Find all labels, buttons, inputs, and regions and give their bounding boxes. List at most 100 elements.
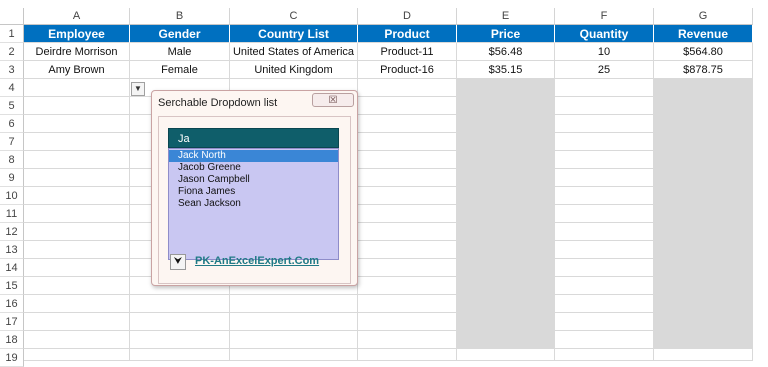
empty-cell[interactable] <box>358 115 457 133</box>
empty-cell[interactable] <box>457 151 555 169</box>
empty-cell[interactable] <box>358 223 457 241</box>
row-header[interactable]: 15 <box>0 277 24 295</box>
empty-cell[interactable] <box>358 277 457 295</box>
header-revenue[interactable]: Revenue <box>654 25 753 43</box>
header-employee[interactable]: Employee <box>24 25 130 43</box>
empty-cell[interactable] <box>457 187 555 205</box>
column-header-d[interactable]: D <box>358 8 457 25</box>
empty-cell[interactable] <box>24 79 130 97</box>
empty-cell[interactable] <box>457 205 555 223</box>
list-item[interactable]: Jack North <box>169 150 338 162</box>
row-header[interactable]: 17 <box>0 313 24 331</box>
cell-employee[interactable]: Deirdre Morrison <box>24 43 130 61</box>
empty-cell[interactable] <box>654 295 753 313</box>
header-quantity[interactable]: Quantity <box>555 25 654 43</box>
row-header[interactable]: 4 <box>0 79 24 97</box>
empty-cell[interactable] <box>555 277 654 295</box>
row-header[interactable]: 7 <box>0 133 24 151</box>
empty-cell[interactable] <box>130 313 230 331</box>
row-header[interactable]: 6 <box>0 115 24 133</box>
row-header[interactable]: 19 <box>0 349 24 367</box>
empty-cell[interactable] <box>457 97 555 115</box>
header-product[interactable]: Product <box>358 25 457 43</box>
row-header[interactable]: 8 <box>0 151 24 169</box>
row-header[interactable]: 18 <box>0 331 24 349</box>
empty-cell[interactable] <box>457 115 555 133</box>
column-header-g[interactable]: G <box>654 8 753 25</box>
empty-cell[interactable] <box>130 349 230 361</box>
row-header[interactable]: 16 <box>0 295 24 313</box>
row-header[interactable]: 12 <box>0 223 24 241</box>
select-all-corner[interactable] <box>0 8 24 25</box>
cell-revenue[interactable]: $564.80 <box>654 43 753 61</box>
empty-cell[interactable] <box>457 133 555 151</box>
list-item[interactable]: Sean Jackson <box>169 198 338 210</box>
empty-cell[interactable] <box>358 331 457 349</box>
empty-cell[interactable] <box>24 169 130 187</box>
empty-cell[interactable] <box>130 295 230 313</box>
list-item[interactable]: Fiona James <box>169 186 338 198</box>
empty-cell[interactable] <box>654 313 753 331</box>
empty-cell[interactable] <box>24 313 130 331</box>
cell-product[interactable]: Product-16 <box>358 61 457 79</box>
empty-cell[interactable] <box>555 97 654 115</box>
empty-cell[interactable] <box>457 241 555 259</box>
cell-revenue[interactable]: $878.75 <box>654 61 753 79</box>
cell-quantity[interactable]: 10 <box>555 43 654 61</box>
empty-cell[interactable] <box>457 331 555 349</box>
empty-cell[interactable] <box>358 295 457 313</box>
empty-cell[interactable] <box>457 169 555 187</box>
cell-price[interactable]: $56.48 <box>457 43 555 61</box>
empty-cell[interactable] <box>358 169 457 187</box>
empty-cell[interactable] <box>230 295 358 313</box>
empty-cell[interactable] <box>654 331 753 349</box>
empty-cell[interactable] <box>654 151 753 169</box>
empty-cell[interactable] <box>457 349 555 361</box>
empty-cell[interactable] <box>555 349 654 361</box>
cell-quantity[interactable]: 25 <box>555 61 654 79</box>
cell-country[interactable]: United Kingdom <box>230 61 358 79</box>
website-link[interactable]: PK-AnExcelExpert.Com <box>195 255 319 267</box>
empty-cell[interactable] <box>230 313 358 331</box>
empty-cell[interactable] <box>358 259 457 277</box>
empty-cell[interactable] <box>555 151 654 169</box>
empty-cell[interactable] <box>555 259 654 277</box>
header-gender[interactable]: Gender <box>130 25 230 43</box>
cell-gender[interactable]: Male <box>130 43 230 61</box>
empty-cell[interactable] <box>654 169 753 187</box>
empty-cell[interactable] <box>555 205 654 223</box>
empty-cell[interactable] <box>654 259 753 277</box>
empty-cell[interactable] <box>24 331 130 349</box>
column-header-f[interactable]: F <box>555 8 654 25</box>
empty-cell[interactable] <box>358 151 457 169</box>
row-header[interactable]: 14 <box>0 259 24 277</box>
empty-cell[interactable] <box>457 79 555 97</box>
empty-cell[interactable] <box>358 133 457 151</box>
empty-cell[interactable] <box>358 187 457 205</box>
empty-cell[interactable] <box>457 313 555 331</box>
empty-cell[interactable] <box>230 331 358 349</box>
row-header[interactable]: 11 <box>0 205 24 223</box>
empty-cell[interactable] <box>24 241 130 259</box>
empty-cell[interactable] <box>24 115 130 133</box>
row-header[interactable]: 9 <box>0 169 24 187</box>
empty-cell[interactable] <box>24 295 130 313</box>
empty-cell[interactable] <box>555 313 654 331</box>
empty-cell[interactable] <box>24 223 130 241</box>
empty-cell[interactable] <box>130 331 230 349</box>
empty-cell[interactable] <box>654 205 753 223</box>
empty-cell[interactable] <box>555 115 654 133</box>
cell-country[interactable]: United States of America <box>230 43 358 61</box>
list-item[interactable]: Jacob Greene <box>169 162 338 174</box>
cell-gender[interactable]: Female <box>130 61 230 79</box>
row-header[interactable]: 13 <box>0 241 24 259</box>
search-input[interactable]: Ja <box>168 128 339 148</box>
empty-cell[interactable] <box>555 241 654 259</box>
empty-cell[interactable] <box>654 349 753 361</box>
cell-price[interactable]: $35.15 <box>457 61 555 79</box>
empty-cell[interactable] <box>457 277 555 295</box>
empty-cell[interactable] <box>24 133 130 151</box>
empty-cell[interactable] <box>457 259 555 277</box>
empty-cell[interactable] <box>358 241 457 259</box>
row-header[interactable]: 3 <box>0 61 24 79</box>
